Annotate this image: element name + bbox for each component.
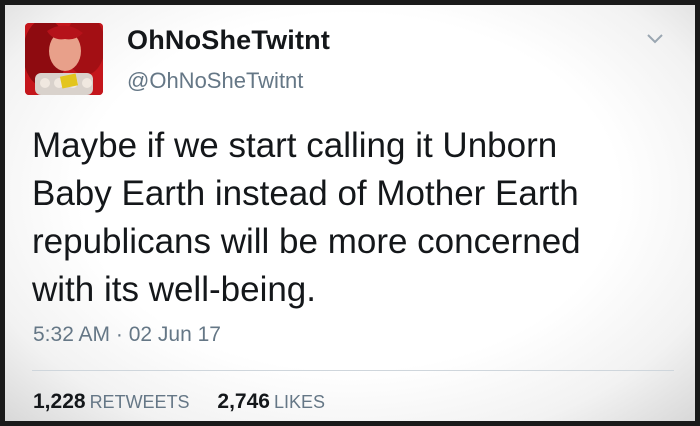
author-display-name[interactable]: OhNoSheTwitnt: [127, 25, 330, 56]
tweet-text-line: republicans will be more concerned: [32, 222, 581, 261]
likes-count: 2,746: [217, 390, 270, 413]
author-handle[interactable]: @OhNoSheTwitnt: [127, 68, 303, 94]
profile-photo-icon: [25, 23, 103, 95]
divider: [32, 370, 674, 371]
retweets-label: RETWEETS: [89, 392, 190, 412]
tweet-timestamp[interactable]: 5:32 AM · 02 Jun 17: [33, 323, 221, 347]
avatar[interactable]: [25, 23, 103, 95]
tweet-text-line: Maybe if we start calling it Unborn: [32, 126, 558, 165]
likes-stat[interactable]: 2,746 LIKES: [217, 390, 325, 414]
tweet-text-line: with its well-being.: [32, 270, 316, 309]
likes-label: LIKES: [273, 392, 326, 412]
tweet-menu-button[interactable]: [645, 31, 665, 45]
tweet-stats: 1,228 RETWEETS 2,746 LIKES: [33, 390, 347, 414]
chevron-down-icon: [647, 34, 663, 44]
tweet-text-line: Baby Earth instead of Mother Earth: [32, 174, 579, 213]
retweets-stat[interactable]: 1,228 RETWEETS: [33, 390, 190, 414]
retweets-count: 1,228: [33, 390, 86, 413]
tweet-card: OhNoSheTwitnt @OhNoSheTwitnt Maybe if we…: [0, 0, 700, 426]
tweet-text: Maybe if we start calling it Unborn Baby…: [32, 122, 682, 314]
